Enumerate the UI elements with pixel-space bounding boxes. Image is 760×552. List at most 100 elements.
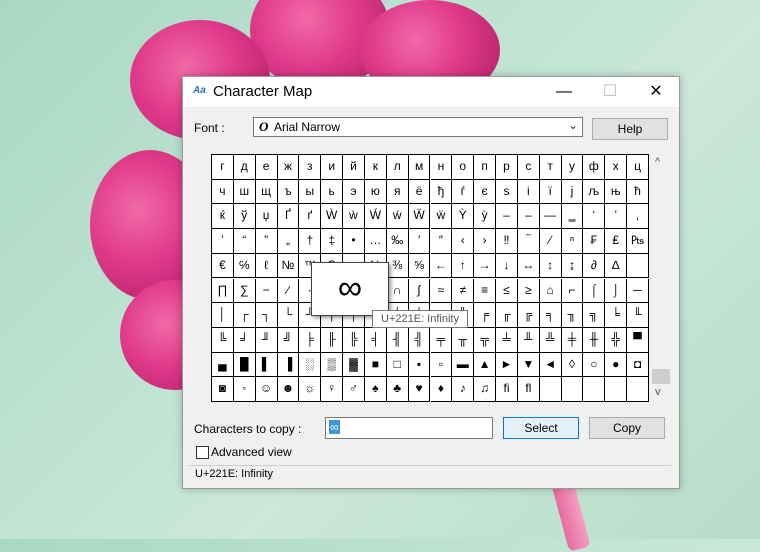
character-cell[interactable]: ┐ (255, 303, 278, 328)
character-cell[interactable]: ♂ (343, 377, 365, 402)
character-cell[interactable]: Ẃ (364, 204, 387, 230)
character-cell[interactable]: ╕ (539, 303, 562, 328)
character-cell[interactable]: ╩ (539, 327, 562, 353)
character-cell[interactable]: х (605, 155, 628, 180)
character-cell[interactable]: ẃ (386, 204, 409, 230)
character-cell[interactable]: ш (233, 179, 256, 205)
character-cell[interactable]: н (430, 155, 453, 180)
character-cell[interactable]: ╦ (474, 327, 497, 353)
character-cell[interactable]: ← (430, 253, 453, 279)
character-cell[interactable] (561, 377, 584, 402)
character-cell[interactable]: ╡ (364, 327, 387, 353)
character-cell[interactable] (605, 377, 628, 402)
character-cell[interactable]: ‾ (517, 229, 540, 254)
character-cell[interactable]: й (343, 155, 365, 180)
character-cell[interactable]: з (299, 155, 322, 180)
character-cell[interactable]: ↨ (561, 253, 584, 279)
character-cell[interactable]: ╗ (583, 303, 606, 328)
character-cell[interactable]: █ (233, 352, 256, 378)
character-cell[interactable]: ╠ (343, 327, 365, 353)
character-cell[interactable]: ю (364, 179, 387, 205)
character-cell[interactable]: ╪ (561, 327, 584, 353)
character-cell[interactable]: у (561, 155, 584, 180)
character-cell[interactable]: ц (627, 155, 649, 180)
character-cell[interactable]: ╟ (321, 327, 344, 353)
character-cell[interactable]: ↑ (452, 253, 475, 279)
character-cell[interactable]: ѕ (496, 179, 518, 205)
character-cell[interactable]: „ (277, 229, 300, 254)
character-cell[interactable]: ж (277, 155, 300, 180)
character-cell[interactable]: е (255, 155, 278, 180)
character-cell[interactable]: ґ (299, 204, 322, 230)
character-cell[interactable]: ● (605, 352, 628, 378)
character-cell[interactable]: ▪ (408, 352, 431, 378)
character-cell[interactable]: └ (277, 303, 300, 328)
character-cell[interactable]: ≡ (474, 278, 497, 304)
character-cell[interactable]: ◊ (561, 352, 584, 378)
character-cell[interactable]: ≈ (430, 278, 453, 304)
character-cell[interactable]: ♪ (452, 377, 475, 402)
character-cell[interactable]: │ (212, 303, 234, 328)
character-cell[interactable]: ▀ (627, 327, 649, 353)
character-cell[interactable]: ℓ (255, 253, 278, 279)
character-cell[interactable]: ▬ (452, 352, 475, 378)
character-cell[interactable]: ѓ (452, 179, 475, 205)
character-cell[interactable]: ╫ (583, 327, 606, 353)
character-cell[interactable]: ⁿ (561, 229, 584, 254)
character-cell[interactable]: ‚ (627, 204, 649, 230)
character-cell[interactable]: − (255, 278, 278, 304)
advanced-view-checkbox[interactable] (196, 446, 209, 459)
character-cell[interactable]: ♀ (321, 377, 344, 402)
character-cell[interactable]: ⌠ (583, 278, 606, 304)
character-cell[interactable]: “ (233, 229, 256, 254)
character-cell[interactable]: ≠ (452, 278, 475, 304)
character-cell[interactable]: щ (255, 179, 278, 205)
character-cell[interactable]: • (343, 229, 365, 254)
character-cell[interactable]: ░ (299, 352, 322, 378)
character-cell[interactable]: Ỳ (452, 204, 475, 230)
character-cell[interactable]: љ (583, 179, 606, 205)
title-bar[interactable]: Aa Character Map — ☐ ✕ (183, 77, 679, 107)
character-cell[interactable]: ‒ (496, 204, 518, 230)
character-grid[interactable]: гдежзийклмнопрстуфхц чшщъыьэюяёђѓєѕіїјљњћ… (211, 154, 649, 402)
character-cell[interactable]: ‹ (452, 229, 475, 254)
character-cell[interactable]: ₣ (583, 229, 606, 254)
character-cell[interactable]: њ (605, 179, 628, 205)
character-cell[interactable]: ‗ (561, 204, 584, 230)
character-cell[interactable]: → (474, 253, 497, 279)
font-dropdown[interactable]: O Arial Narrow ⌄ (253, 117, 583, 137)
character-cell[interactable]: ▼ (517, 352, 540, 378)
character-cell[interactable]: ₧ (627, 229, 649, 254)
character-cell[interactable]: ↔ (517, 253, 540, 279)
character-cell[interactable]: ї (539, 179, 562, 205)
select-button[interactable]: Select (503, 417, 579, 439)
character-cell[interactable]: ▓ (343, 352, 365, 378)
scroll-up-icon[interactable]: ^ (655, 156, 660, 168)
character-cell[interactable]: ╘ (605, 303, 628, 328)
character-cell[interactable]: ∂ (583, 253, 606, 279)
character-cell[interactable]: ỳ (474, 204, 497, 230)
character-cell[interactable]: ∫ (408, 278, 431, 304)
character-cell[interactable]: □ (386, 352, 409, 378)
character-cell[interactable]: ╒ (474, 303, 497, 328)
character-cell[interactable]: ╜ (255, 327, 278, 353)
character-cell[interactable]: ♥ (408, 377, 431, 402)
character-cell[interactable]: ◘ (627, 352, 649, 378)
character-cell[interactable]: ′ (408, 229, 431, 254)
close-button[interactable]: ✕ (633, 77, 679, 107)
character-cell[interactable]: о (452, 155, 475, 180)
character-cell[interactable]: с (517, 155, 540, 180)
character-cell[interactable]: є (474, 179, 497, 205)
characters-to-copy-input[interactable]: ∞ (325, 417, 493, 439)
character-cell[interactable]: ⌡ (605, 278, 628, 304)
character-cell[interactable]: ╔ (517, 303, 540, 328)
character-cell[interactable]: т (539, 155, 562, 180)
character-cell[interactable]: ▲ (474, 352, 497, 378)
character-cell[interactable]: ○ (583, 352, 606, 378)
character-cell[interactable]: ↕ (539, 253, 562, 279)
character-cell[interactable]: ☻ (277, 377, 300, 402)
character-cell[interactable]: ◙ (212, 377, 234, 402)
character-cell[interactable]: ⌐ (561, 278, 584, 304)
character-cell[interactable]: ℅ (233, 253, 256, 279)
character-cell[interactable]: ╖ (561, 303, 584, 328)
